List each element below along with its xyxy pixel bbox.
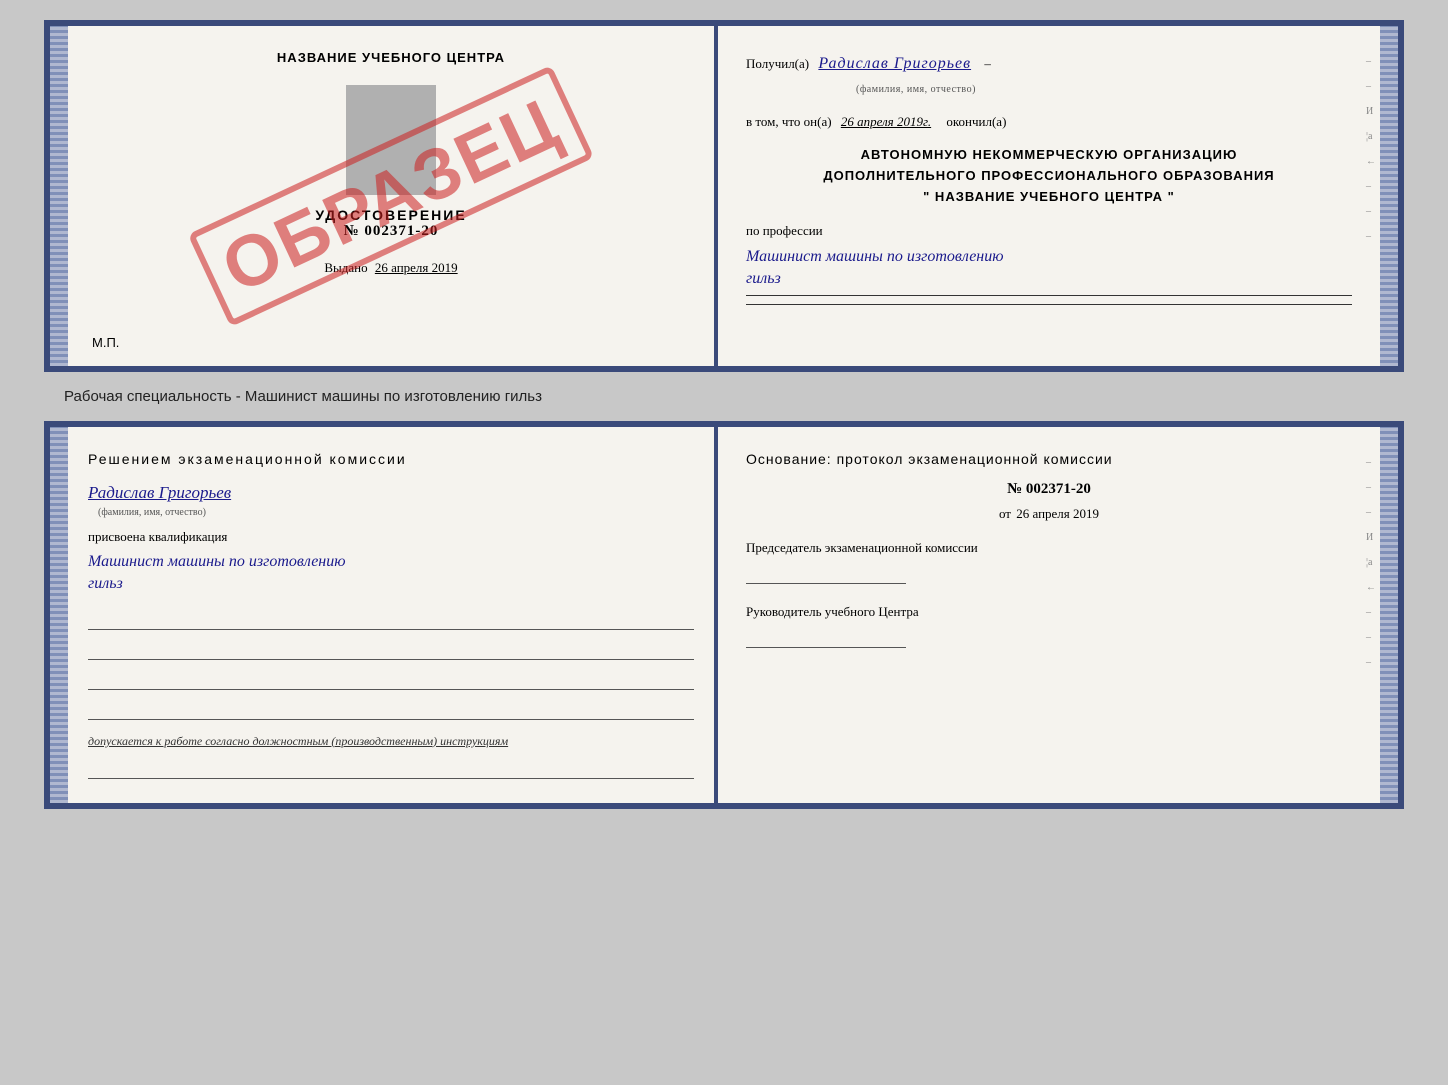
top-left-page: НАЗВАНИЕ УЧЕБНОГО ЦЕНТРА УДОСТОВЕРЕНИЕ №… — [68, 26, 718, 366]
dash1: – — [984, 56, 991, 71]
org-line2: ДОПОЛНИТЕЛЬНОГО ПРОФЕССИОНАЛЬНОГО ОБРАЗО… — [746, 166, 1352, 187]
underline-field-1 — [746, 295, 1352, 296]
extra-lines — [88, 608, 694, 720]
chair-label: Председатель экзаменационной комиссии — [746, 540, 1352, 556]
допуск-underline — [88, 757, 694, 779]
top-right-page: Получил(а) Радислав Григорьев – (фамилия… — [718, 26, 1380, 366]
chair-sign-block: Председатель экзаменационной комиссии — [746, 540, 1352, 584]
chair-sign-line — [746, 562, 906, 584]
assigned-label: присвоена квалификация — [88, 529, 694, 545]
underline-field-2 — [746, 304, 1352, 305]
osnova-title: Основание: протокол экзаменационной коми… — [746, 451, 1352, 467]
cert-number-box: УДОСТОВЕРЕНИЕ № 002371-20 — [88, 207, 694, 240]
protocol-number: № 002371-20 — [746, 481, 1352, 498]
bottom-left-page: Решением экзаменационной комиссии Радисл… — [68, 427, 718, 803]
extra-line-2 — [88, 638, 694, 660]
top-left-title: НАЗВАНИЕ УЧЕБНОГО ЦЕНТРА — [88, 50, 694, 65]
org-line3: " НАЗВАНИЕ УЧЕБНОГО ЦЕНТРА " — [746, 187, 1352, 208]
fio-caption-top: (фамилия, имя, отчество) — [856, 81, 976, 98]
cert-label: УДОСТОВЕРЕНИЕ — [88, 207, 694, 223]
left-strip — [50, 26, 68, 366]
bottom-right-page: Основание: протокол экзаменационной коми… — [718, 427, 1380, 803]
head-label: Руководитель учебного Центра — [746, 604, 1352, 620]
commission-title: Решением экзаменационной комиссии — [88, 451, 694, 467]
commission-section: Решением экзаменационной комиссии Радисл… — [88, 451, 694, 779]
date-line: в том, что он(а) 26 апреля 2019г. окончи… — [746, 111, 1352, 133]
top-document: НАЗВАНИЕ УЧЕБНОГО ЦЕНТРА УДОСТОВЕРЕНИЕ №… — [44, 20, 1404, 372]
issued-date-value: 26 апреля 2019 — [375, 260, 458, 275]
bottom-right-side-marks: – – – И ¦а ← – – – — [1366, 457, 1376, 668]
protocol-date: от 26 апреля 2019 — [746, 506, 1352, 522]
bottom-right-strip — [1380, 427, 1398, 803]
photo-placeholder — [346, 85, 436, 195]
qualification-name: Машинист машины по изготовлению гильз — [88, 551, 694, 596]
top-right-content: Получил(а) Радислав Григорьев – (фамилия… — [746, 50, 1352, 305]
received-name: Радислав Григорьев — [818, 55, 971, 72]
caption-text: Рабочая специальность - Машинист машины … — [64, 388, 542, 405]
right-strip — [1380, 26, 1398, 366]
completed-label: окончил(а) — [946, 114, 1006, 129]
protocol-date-prefix: от — [999, 506, 1011, 521]
commission-name-block: Радислав Григорьев (фамилия, имя, отчест… — [88, 483, 694, 519]
profession-name: Машинист машины по изготовлению гильз — [746, 246, 1352, 291]
org-block: АВТОНОМНУЮ НЕКОММЕРЧЕСКУЮ ОРГАНИЗАЦИЮ ДО… — [746, 145, 1352, 207]
issued-date: Выдано 26 апреля 2019 — [88, 260, 694, 276]
received-line: Получил(а) Радислав Григорьев – (фамилия… — [746, 50, 1352, 99]
right-side-marks: – – И ¦а ← – – – — [1366, 56, 1376, 242]
extra-line-3 — [88, 668, 694, 690]
допуск-text: допускается к работе согласно должностны… — [88, 734, 694, 749]
head-sign-block: Руководитель учебного Центра — [746, 604, 1352, 648]
extra-line-4 — [88, 698, 694, 720]
mp-label: М.П. — [92, 335, 119, 350]
extra-line-1 — [88, 608, 694, 630]
in-that-text: в том, что он(а) — [746, 114, 832, 129]
received-label: Получил(а) — [746, 56, 809, 71]
bottom-document: Решением экзаменационной комиссии Радисл… — [44, 421, 1404, 809]
org-line1: АВТОНОМНУЮ НЕКОММЕРЧЕСКУЮ ОРГАНИЗАЦИЮ — [746, 145, 1352, 166]
cert-number: № 002371-20 — [88, 223, 694, 240]
profession-label: по профессии — [746, 220, 1352, 242]
bottom-fio-caption: (фамилия, имя, отчество) — [98, 507, 206, 518]
bottom-left-strip — [50, 427, 68, 803]
head-sign-line — [746, 626, 906, 648]
issued-text: Выдано — [324, 260, 367, 275]
protocol-date-value: 26 апреля 2019 — [1016, 506, 1099, 521]
completed-date: 26 апреля 2019г. — [841, 114, 931, 129]
commission-person-name: Радислав Григорьев — [88, 483, 231, 502]
osnova-section: Основание: протокол экзаменационной коми… — [746, 451, 1352, 648]
